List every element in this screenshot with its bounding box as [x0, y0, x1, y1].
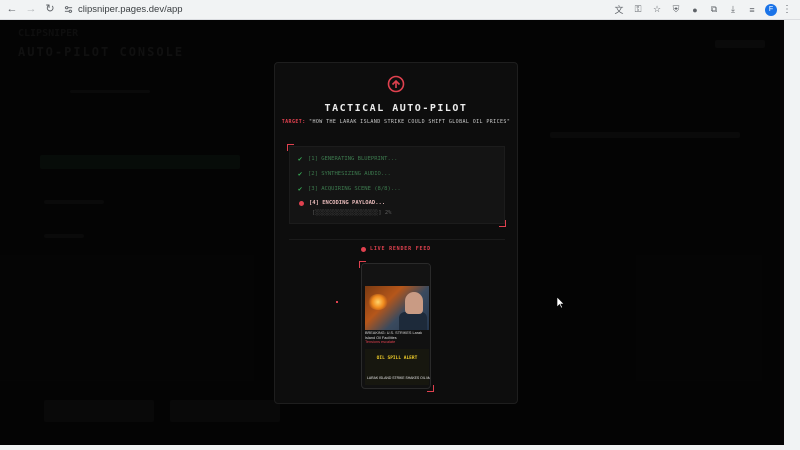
- bookmark-star-icon[interactable]: ☆: [650, 3, 664, 17]
- preview-card: OIL SPILL ALERT LARAK ISLAND STRIKE SHAK…: [365, 349, 430, 385]
- live-dot-icon: [361, 246, 367, 252]
- progress-bar-text: [░░░░░░░░░░░░░░░░░░░] 2%: [312, 210, 392, 216]
- card-text: LARAK ISLAND STRIKE SHAKES OIL MARKETS: [367, 376, 430, 380]
- cookie-extension-icon[interactable]: ●: [688, 3, 702, 17]
- presenter-image: [399, 312, 427, 330]
- extensions-puzzle-icon[interactable]: ⧉: [707, 3, 721, 17]
- target-line: TARGET: "HOW THE LARAK ISLAND STRIKE COU…: [275, 119, 517, 125]
- log-line: ✔ [3] ACQUIRING SCENE (8/8)...: [298, 185, 401, 193]
- browser-toolbar: ← → ↻ clipsniper.pages.dev/app 文 ⚿ ☆ ⛨ ●…: [0, 0, 800, 20]
- address-bar[interactable]: clipsniper.pages.dev/app: [63, 2, 607, 18]
- log-text: [2] SYNTHESIZING AUDIO...: [308, 171, 391, 177]
- mouse-cursor-icon: [556, 296, 565, 309]
- live-feed-label: LIVE RENDER FEED: [275, 246, 517, 252]
- render-preview: BREAKING: U.S. STRIKES Larak Island Oil …: [361, 263, 431, 389]
- url-text: clipsniper.pages.dev/app: [78, 4, 183, 15]
- broadcast-icon: [387, 75, 405, 93]
- log-line: ✔ [2] SYNTHESIZING AUDIO...: [298, 170, 391, 178]
- modal-title: TACTICAL AUTO-PILOT: [324, 103, 468, 114]
- profile-avatar[interactable]: F: [765, 3, 777, 16]
- browser-frame-edge: [0, 445, 800, 450]
- caption-text: BREAKING: U.S. STRIKES Larak Island Oil …: [365, 331, 422, 340]
- log-text: [1] GENERATING BLUEPRINT...: [308, 156, 398, 162]
- frame-corner: [499, 220, 506, 227]
- frame-corner: [427, 385, 434, 392]
- log-line-active: [4] ENCODING PAYLOAD...: [298, 200, 385, 206]
- log-text: [3] ACQUIRING SCENE (8/8)...: [308, 186, 401, 192]
- preview-caption: BREAKING: U.S. STRIKES Larak Island Oil …: [365, 331, 429, 345]
- reload-button[interactable]: ↻: [43, 3, 57, 17]
- site-info-icon[interactable]: [63, 5, 73, 15]
- target-value: "HOW THE LARAK ISLAND STRIKE COULD SHIFT…: [309, 119, 511, 125]
- preview-image: [365, 286, 429, 330]
- log-text: [4] ENCODING PAYLOAD...: [309, 200, 386, 206]
- key-icon[interactable]: ⚿: [631, 3, 645, 17]
- presenter-face-image: [405, 292, 423, 314]
- shield-extension-icon[interactable]: ⛨: [669, 3, 683, 17]
- card-title: OIL SPILL ALERT: [376, 356, 418, 361]
- progress-log: ✔ [1] GENERATING BLUEPRINT... ✔ [2] SYNT…: [289, 146, 505, 224]
- check-icon: ✔: [298, 170, 303, 178]
- browser-menu-icon[interactable]: ⋮: [782, 4, 792, 15]
- log-line: ✔ [1] GENERATING BLUEPRINT...: [298, 155, 397, 163]
- check-icon: ✔: [298, 155, 303, 163]
- preview-header: [362, 264, 430, 286]
- forward-button[interactable]: →: [24, 3, 38, 17]
- translate-icon[interactable]: 文: [612, 3, 626, 17]
- check-icon: ✔: [298, 185, 303, 193]
- active-dot-icon: [299, 200, 304, 206]
- caption-sub: Tensions escalate: [365, 340, 396, 345]
- browser-frame-edge: [784, 20, 800, 450]
- back-button[interactable]: ←: [5, 3, 19, 17]
- divider: [289, 239, 505, 240]
- autopilot-modal: TACTICAL AUTO-PILOT TARGET: "HOW THE LAR…: [274, 62, 518, 404]
- marker-icon: [336, 301, 338, 303]
- fire-image: [368, 294, 388, 310]
- reading-list-icon[interactable]: ≡: [745, 3, 759, 17]
- target-label: TARGET:: [281, 119, 306, 125]
- live-feed-text: LIVE RENDER FEED: [370, 246, 431, 252]
- download-icon[interactable]: ⤓: [726, 3, 740, 17]
